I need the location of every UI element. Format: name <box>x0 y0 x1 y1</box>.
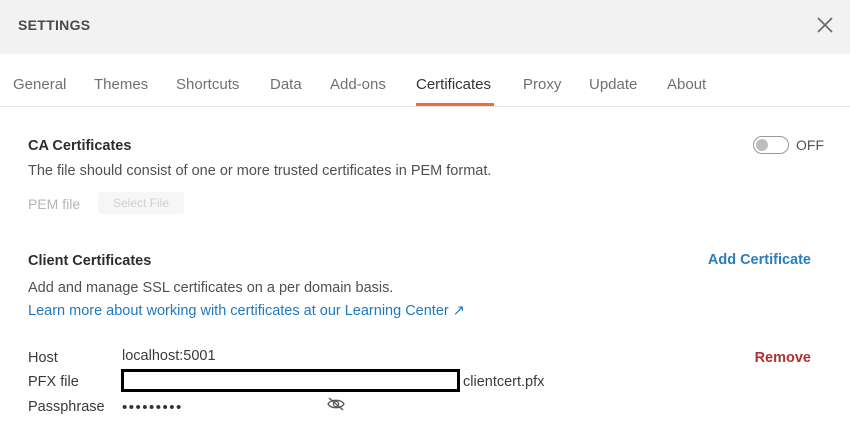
client-certificates-title: Client Certificates <box>28 253 152 269</box>
client-description: Add and manage SSL certificates on a per… <box>28 280 394 296</box>
tab-shortcuts[interactable]: Shortcuts <box>176 76 239 93</box>
passphrase-value: ••••••••• <box>122 399 183 416</box>
toggle-state-label: OFF <box>796 137 824 153</box>
settings-header: SETTINGS <box>0 0 850 54</box>
tab-general[interactable]: General <box>13 76 66 93</box>
tab-proxy[interactable]: Proxy <box>523 76 561 93</box>
host-value: localhost:5001 <box>122 348 216 364</box>
learning-center-link[interactable]: Learn more about working with certificat… <box>28 303 465 319</box>
ca-certificates-toggle[interactable] <box>753 136 789 154</box>
pfx-file-label: PFX file <box>28 374 79 390</box>
redacted-path-box <box>121 369 460 392</box>
active-tab-indicator <box>416 103 494 106</box>
pem-file-label: PEM file <box>28 196 81 212</box>
tab-add-ons[interactable]: Add-ons <box>330 76 386 93</box>
close-icon[interactable] <box>814 14 836 36</box>
settings-title: SETTINGS <box>18 17 91 33</box>
add-certificate-button[interactable]: Add Certificate <box>708 252 811 268</box>
ca-description: The file should consist of one or more t… <box>28 163 492 179</box>
passphrase-label: Passphrase <box>28 399 105 415</box>
tab-about[interactable]: About <box>667 76 706 93</box>
toggle-knob <box>756 139 768 151</box>
ca-certificates-title: CA Certificates <box>28 138 132 154</box>
tab-certificates[interactable]: Certificates <box>416 76 491 93</box>
tab-update[interactable]: Update <box>589 76 637 93</box>
pfx-file-value: clientcert.pfx <box>463 374 545 390</box>
select-file-button: Select File <box>98 192 184 214</box>
settings-tabs: General Themes Shortcuts Data Add-ons Ce… <box>0 54 850 107</box>
remove-certificate-button[interactable]: Remove <box>755 350 811 366</box>
host-label: Host <box>28 350 58 366</box>
tab-themes[interactable]: Themes <box>94 76 148 93</box>
tab-data[interactable]: Data <box>270 76 302 93</box>
eye-off-icon[interactable] <box>326 396 346 412</box>
